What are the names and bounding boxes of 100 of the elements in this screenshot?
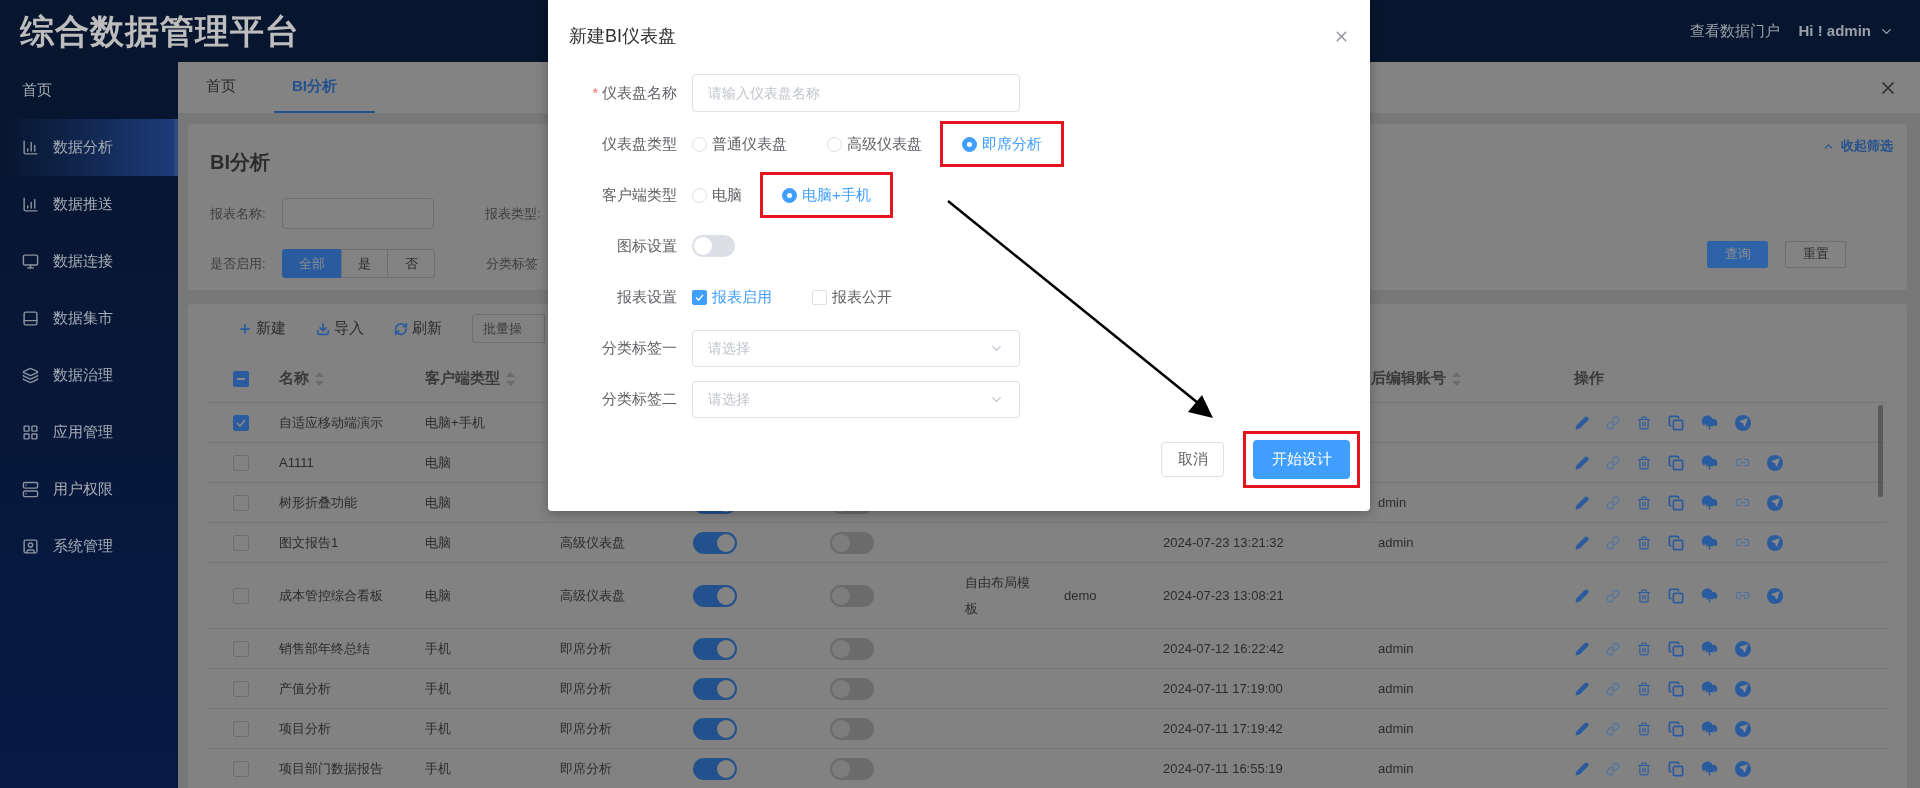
toggle-switch[interactable] [830, 584, 874, 607]
link-icon[interactable] [1606, 535, 1620, 550]
text-input[interactable]: 请输入仪表盘名称 [692, 74, 1020, 112]
send-icon[interactable] [1767, 587, 1783, 604]
toggle-switch[interactable] [693, 531, 737, 554]
sidebar-item[interactable]: 数据分析 [0, 119, 178, 176]
trash-icon[interactable] [1637, 415, 1651, 430]
toggle-switch[interactable] [693, 717, 737, 740]
sort-icon[interactable] [506, 371, 515, 386]
segment-button[interactable]: 全部 [282, 249, 342, 278]
copy-icon[interactable] [1668, 534, 1684, 551]
send-icon[interactable] [1735, 720, 1751, 737]
scrollbar-thumb[interactable] [1878, 405, 1883, 497]
sidebar-item[interactable]: 用户权限 [0, 461, 178, 518]
copy-icon[interactable] [1668, 587, 1684, 604]
copy-icon[interactable] [1668, 760, 1684, 777]
copy-icon[interactable] [1668, 454, 1684, 471]
link-icon[interactable] [1606, 761, 1620, 776]
toggle-switch[interactable] [830, 717, 874, 740]
collapse-filter-link[interactable]: 收起筛选 [1822, 136, 1893, 156]
pencil-icon[interactable] [1575, 641, 1589, 656]
send-icon[interactable] [1767, 454, 1783, 471]
cloud-upload-icon[interactable] [1701, 414, 1718, 431]
segment-button[interactable]: 否 [387, 249, 435, 278]
toggle-switch[interactable] [693, 677, 737, 700]
send-icon[interactable] [1735, 680, 1751, 697]
copy-icon[interactable] [1668, 680, 1684, 697]
checkbox[interactable] [233, 370, 249, 387]
trash-icon[interactable] [1637, 495, 1651, 510]
toolbar-button[interactable]: 导入 [316, 317, 364, 340]
copy-icon[interactable] [1668, 414, 1684, 431]
radio-option[interactable]: 普通仪表盘 [692, 132, 787, 156]
copy-icon[interactable] [1668, 640, 1684, 657]
trash-icon[interactable] [1637, 535, 1651, 550]
trash-icon[interactable] [1637, 761, 1651, 776]
link-icon[interactable] [1606, 415, 1620, 430]
radio-option[interactable]: 即席分析 [962, 132, 1042, 156]
link-icon[interactable] [1606, 588, 1620, 603]
cloud-upload-icon[interactable] [1701, 454, 1718, 471]
toggle-switch[interactable] [692, 235, 735, 257]
sidebar-item[interactable]: 数据治理 [0, 347, 178, 404]
send-icon[interactable] [1735, 760, 1751, 777]
toggle-switch[interactable] [693, 757, 737, 780]
tab[interactable]: 首页 [178, 62, 264, 113]
send-icon[interactable] [1735, 640, 1751, 657]
toggle-switch[interactable] [693, 584, 737, 607]
trash-icon[interactable] [1637, 721, 1651, 736]
start-design-button[interactable]: 开始设计 [1253, 440, 1350, 479]
cancel-button[interactable]: 取消 [1161, 442, 1224, 477]
link-icon[interactable] [1606, 455, 1620, 470]
pencil-icon[interactable] [1575, 588, 1589, 603]
sidebar-item[interactable]: 应用管理 [0, 404, 178, 461]
send-icon[interactable] [1735, 414, 1751, 431]
link-icon[interactable] [1606, 681, 1620, 696]
sidebar-item[interactable]: 系统管理 [0, 518, 178, 575]
user-menu[interactable]: Hi ! admin [1798, 19, 1894, 43]
pencil-icon[interactable] [1575, 415, 1589, 430]
pencil-icon[interactable] [1575, 455, 1589, 470]
sidebar-item[interactable]: 数据集市 [0, 290, 178, 347]
sidebar-item[interactable]: 数据推送 [0, 176, 178, 233]
trash-icon[interactable] [1637, 588, 1651, 603]
link-icon[interactable] [1606, 641, 1620, 656]
sidebar-item[interactable]: 首页 [0, 62, 178, 119]
send-icon[interactable] [1767, 534, 1783, 551]
send-icon[interactable] [1767, 494, 1783, 511]
cloud-upload-icon[interactable] [1701, 680, 1718, 697]
trash-icon[interactable] [1637, 681, 1651, 696]
radio-option[interactable]: 电脑 [692, 183, 742, 207]
pencil-icon[interactable] [1575, 721, 1589, 736]
cloud-upload-icon[interactable] [1701, 720, 1718, 737]
trash-icon[interactable] [1637, 641, 1651, 656]
sort-icon[interactable] [315, 371, 324, 386]
toggle-switch[interactable] [693, 637, 737, 660]
cloud-upload-icon[interactable] [1701, 640, 1718, 657]
cloud-upload-icon[interactable] [1701, 534, 1718, 551]
batch-button[interactable]: 批量操 [472, 314, 545, 343]
pencil-icon[interactable] [1575, 761, 1589, 776]
toggle-switch[interactable] [830, 677, 874, 700]
link-icon[interactable] [1606, 721, 1620, 736]
cloud-upload-icon[interactable] [1701, 587, 1718, 604]
pencil-icon[interactable] [1575, 495, 1589, 510]
portal-link[interactable]: 查看数据门户 [1690, 19, 1781, 43]
sort-icon[interactable] [1452, 371, 1461, 386]
checkbox-option[interactable]: 报表公开 [812, 285, 892, 309]
copy-icon[interactable] [1668, 494, 1684, 511]
pencil-icon[interactable] [1575, 535, 1589, 550]
toggle-switch[interactable] [830, 637, 874, 660]
toggle-switch[interactable] [830, 531, 874, 554]
checkbox[interactable] [233, 414, 249, 431]
toolbar-button[interactable]: 新建 [238, 317, 286, 340]
segment-button[interactable]: 是 [341, 249, 388, 278]
pencil-icon[interactable] [1575, 681, 1589, 696]
toolbar-button[interactable]: 刷新 [394, 317, 442, 340]
link-icon[interactable] [1606, 495, 1620, 510]
trash-icon[interactable] [1637, 455, 1651, 470]
checkbox-option[interactable]: 报表启用 [692, 285, 772, 309]
copy-icon[interactable] [1668, 720, 1684, 737]
cloud-upload-icon[interactable] [1701, 760, 1718, 777]
toggle-switch[interactable] [830, 757, 874, 780]
radio-option[interactable]: 电脑+手机 [782, 183, 871, 207]
